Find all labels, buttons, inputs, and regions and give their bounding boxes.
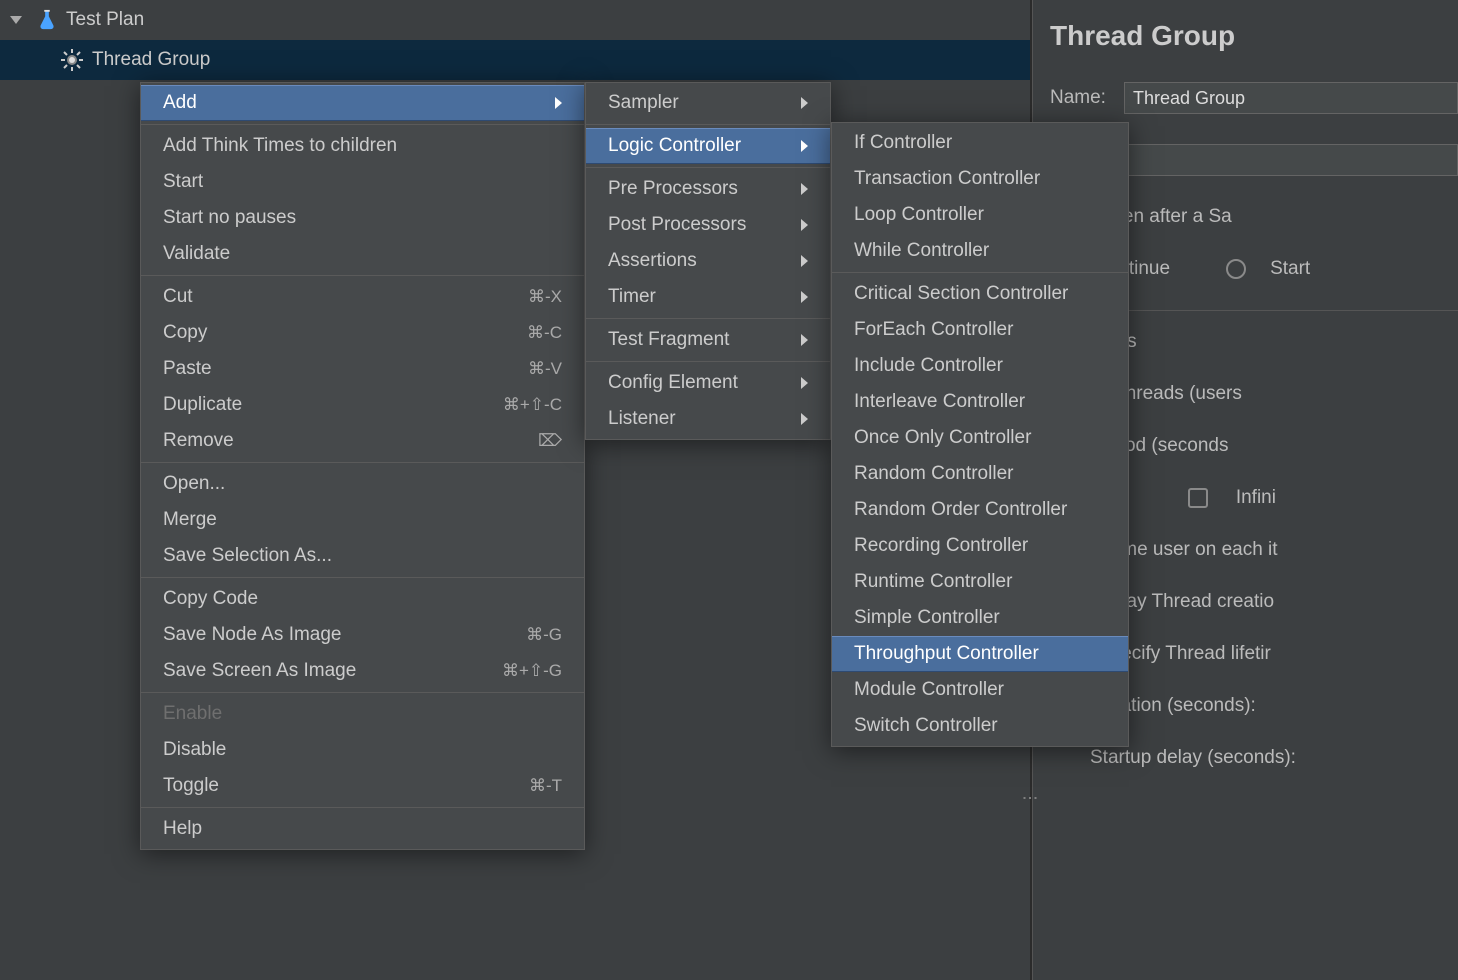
- menu-item-if-controller[interactable]: If Controller: [832, 125, 1128, 161]
- chevron-right-icon: [801, 334, 808, 346]
- chevron-right-icon: [801, 140, 808, 152]
- menu-item-add-label: Add: [163, 92, 197, 114]
- menu-item-loop-controller[interactable]: Loop Controller: [832, 197, 1128, 233]
- menu-separator: [586, 361, 830, 362]
- name-label: Name:: [1050, 87, 1106, 109]
- menu-separator: [832, 272, 1128, 273]
- flask-icon: [36, 7, 58, 33]
- menu-item-timer[interactable]: Timer: [586, 279, 830, 315]
- menu-item-post-processors[interactable]: Post Processors: [586, 207, 830, 243]
- panel-title: Thread Group: [1050, 20, 1458, 52]
- menu-item-transaction-controller[interactable]: Transaction Controller: [832, 161, 1128, 197]
- menu-item-assertions[interactable]: Assertions: [586, 243, 830, 279]
- menu-item-enable: Enable: [141, 696, 584, 732]
- tree-row-test-plan[interactable]: Test Plan: [0, 0, 1030, 40]
- menu-separator: [141, 692, 584, 693]
- drag-handle-icon[interactable]: ⋮: [1020, 790, 1039, 804]
- chevron-right-icon: [801, 291, 808, 303]
- infinite-checkbox[interactable]: [1188, 488, 1208, 508]
- submenu-add: Sampler Logic Controller Pre Processors …: [585, 82, 831, 440]
- menu-item-module-controller[interactable]: Module Controller: [832, 672, 1128, 708]
- menu-item-duplicate[interactable]: Duplicate⌘+⇧-C: [141, 387, 584, 423]
- name-field[interactable]: [1124, 82, 1458, 114]
- menu-item-logic-controller[interactable]: Logic Controller: [586, 128, 830, 164]
- menu-item-recording-controller[interactable]: Recording Controller: [832, 528, 1128, 564]
- submenu-logic-controller: If Controller Transaction Controller Loo…: [831, 122, 1129, 747]
- menu-item-add-think-times[interactable]: Add Think Times to children: [141, 128, 584, 164]
- chevron-right-icon: [801, 219, 808, 231]
- radio-start-label: Start: [1270, 258, 1310, 280]
- menu-item-copy[interactable]: Copy⌘-C: [141, 315, 584, 351]
- menu-item-copy-code[interactable]: Copy Code: [141, 581, 584, 617]
- menu-item-cut[interactable]: Cut⌘-X: [141, 279, 584, 315]
- radio-start[interactable]: [1226, 259, 1246, 279]
- chevron-right-icon: [801, 255, 808, 267]
- menu-item-paste[interactable]: Paste⌘-V: [141, 351, 584, 387]
- menu-item-start-no-pauses[interactable]: Start no pauses: [141, 200, 584, 236]
- menu-item-foreach-controller[interactable]: ForEach Controller: [832, 312, 1128, 348]
- menu-item-disable[interactable]: Disable: [141, 732, 584, 768]
- menu-separator: [141, 807, 584, 808]
- menu-item-add[interactable]: Add: [141, 85, 584, 121]
- chevron-right-icon: [801, 377, 808, 389]
- tree-label-thread-group: Thread Group: [92, 49, 210, 71]
- comments-field[interactable]: [1099, 144, 1458, 176]
- tree-label-test-plan: Test Plan: [66, 9, 144, 31]
- menu-separator: [586, 318, 830, 319]
- menu-item-while-controller[interactable]: While Controller: [832, 233, 1128, 269]
- startup-delay-label: Startup delay (seconds):: [1090, 747, 1296, 769]
- menu-separator: [141, 275, 584, 276]
- menu-item-critical-section-controller[interactable]: Critical Section Controller: [832, 276, 1128, 312]
- menu-item-once-only-controller[interactable]: Once Only Controller: [832, 420, 1128, 456]
- menu-item-interleave-controller[interactable]: Interleave Controller: [832, 384, 1128, 420]
- menu-item-help[interactable]: Help: [141, 811, 584, 847]
- chevron-right-icon: [801, 97, 808, 109]
- chevron-right-icon: [801, 183, 808, 195]
- infinite-label: Infini: [1236, 487, 1276, 509]
- menu-item-test-fragment[interactable]: Test Fragment: [586, 322, 830, 358]
- menu-separator: [141, 462, 584, 463]
- chevron-right-icon: [801, 413, 808, 425]
- menu-item-open[interactable]: Open...: [141, 466, 584, 502]
- menu-item-save-screen-image[interactable]: Save Screen As Image⌘+⇧-G: [141, 653, 584, 689]
- menu-item-toggle[interactable]: Toggle⌘-T: [141, 768, 584, 804]
- menu-separator: [586, 167, 830, 168]
- context-menu: Add Add Think Times to children Start St…: [140, 82, 585, 850]
- menu-item-sampler[interactable]: Sampler: [586, 85, 830, 121]
- menu-item-listener[interactable]: Listener: [586, 401, 830, 437]
- menu-item-config-element[interactable]: Config Element: [586, 365, 830, 401]
- menu-item-random-order-controller[interactable]: Random Order Controller: [832, 492, 1128, 528]
- menu-item-include-controller[interactable]: Include Controller: [832, 348, 1128, 384]
- gear-icon: [60, 48, 84, 72]
- disclosure-triangle-icon[interactable]: [10, 16, 22, 24]
- menu-item-merge[interactable]: Merge: [141, 502, 584, 538]
- menu-item-switch-controller[interactable]: Switch Controller: [832, 708, 1128, 744]
- menu-item-remove[interactable]: Remove⌦: [141, 423, 584, 459]
- chevron-right-icon: [555, 97, 562, 109]
- menu-item-start[interactable]: Start: [141, 164, 584, 200]
- menu-item-runtime-controller[interactable]: Runtime Controller: [832, 564, 1128, 600]
- menu-item-throughput-controller[interactable]: Throughput Controller: [832, 636, 1128, 672]
- menu-item-simple-controller[interactable]: Simple Controller: [832, 600, 1128, 636]
- menu-item-save-selection[interactable]: Save Selection As...: [141, 538, 584, 574]
- menu-separator: [586, 124, 830, 125]
- delete-icon: ⌦: [538, 431, 562, 451]
- menu-item-validate[interactable]: Validate: [141, 236, 584, 272]
- menu-item-pre-processors[interactable]: Pre Processors: [586, 171, 830, 207]
- menu-separator: [141, 577, 584, 578]
- menu-item-save-node-image[interactable]: Save Node As Image⌘-G: [141, 617, 584, 653]
- menu-item-random-controller[interactable]: Random Controller: [832, 456, 1128, 492]
- menu-separator: [141, 124, 584, 125]
- tree-row-thread-group[interactable]: Thread Group: [0, 40, 1030, 80]
